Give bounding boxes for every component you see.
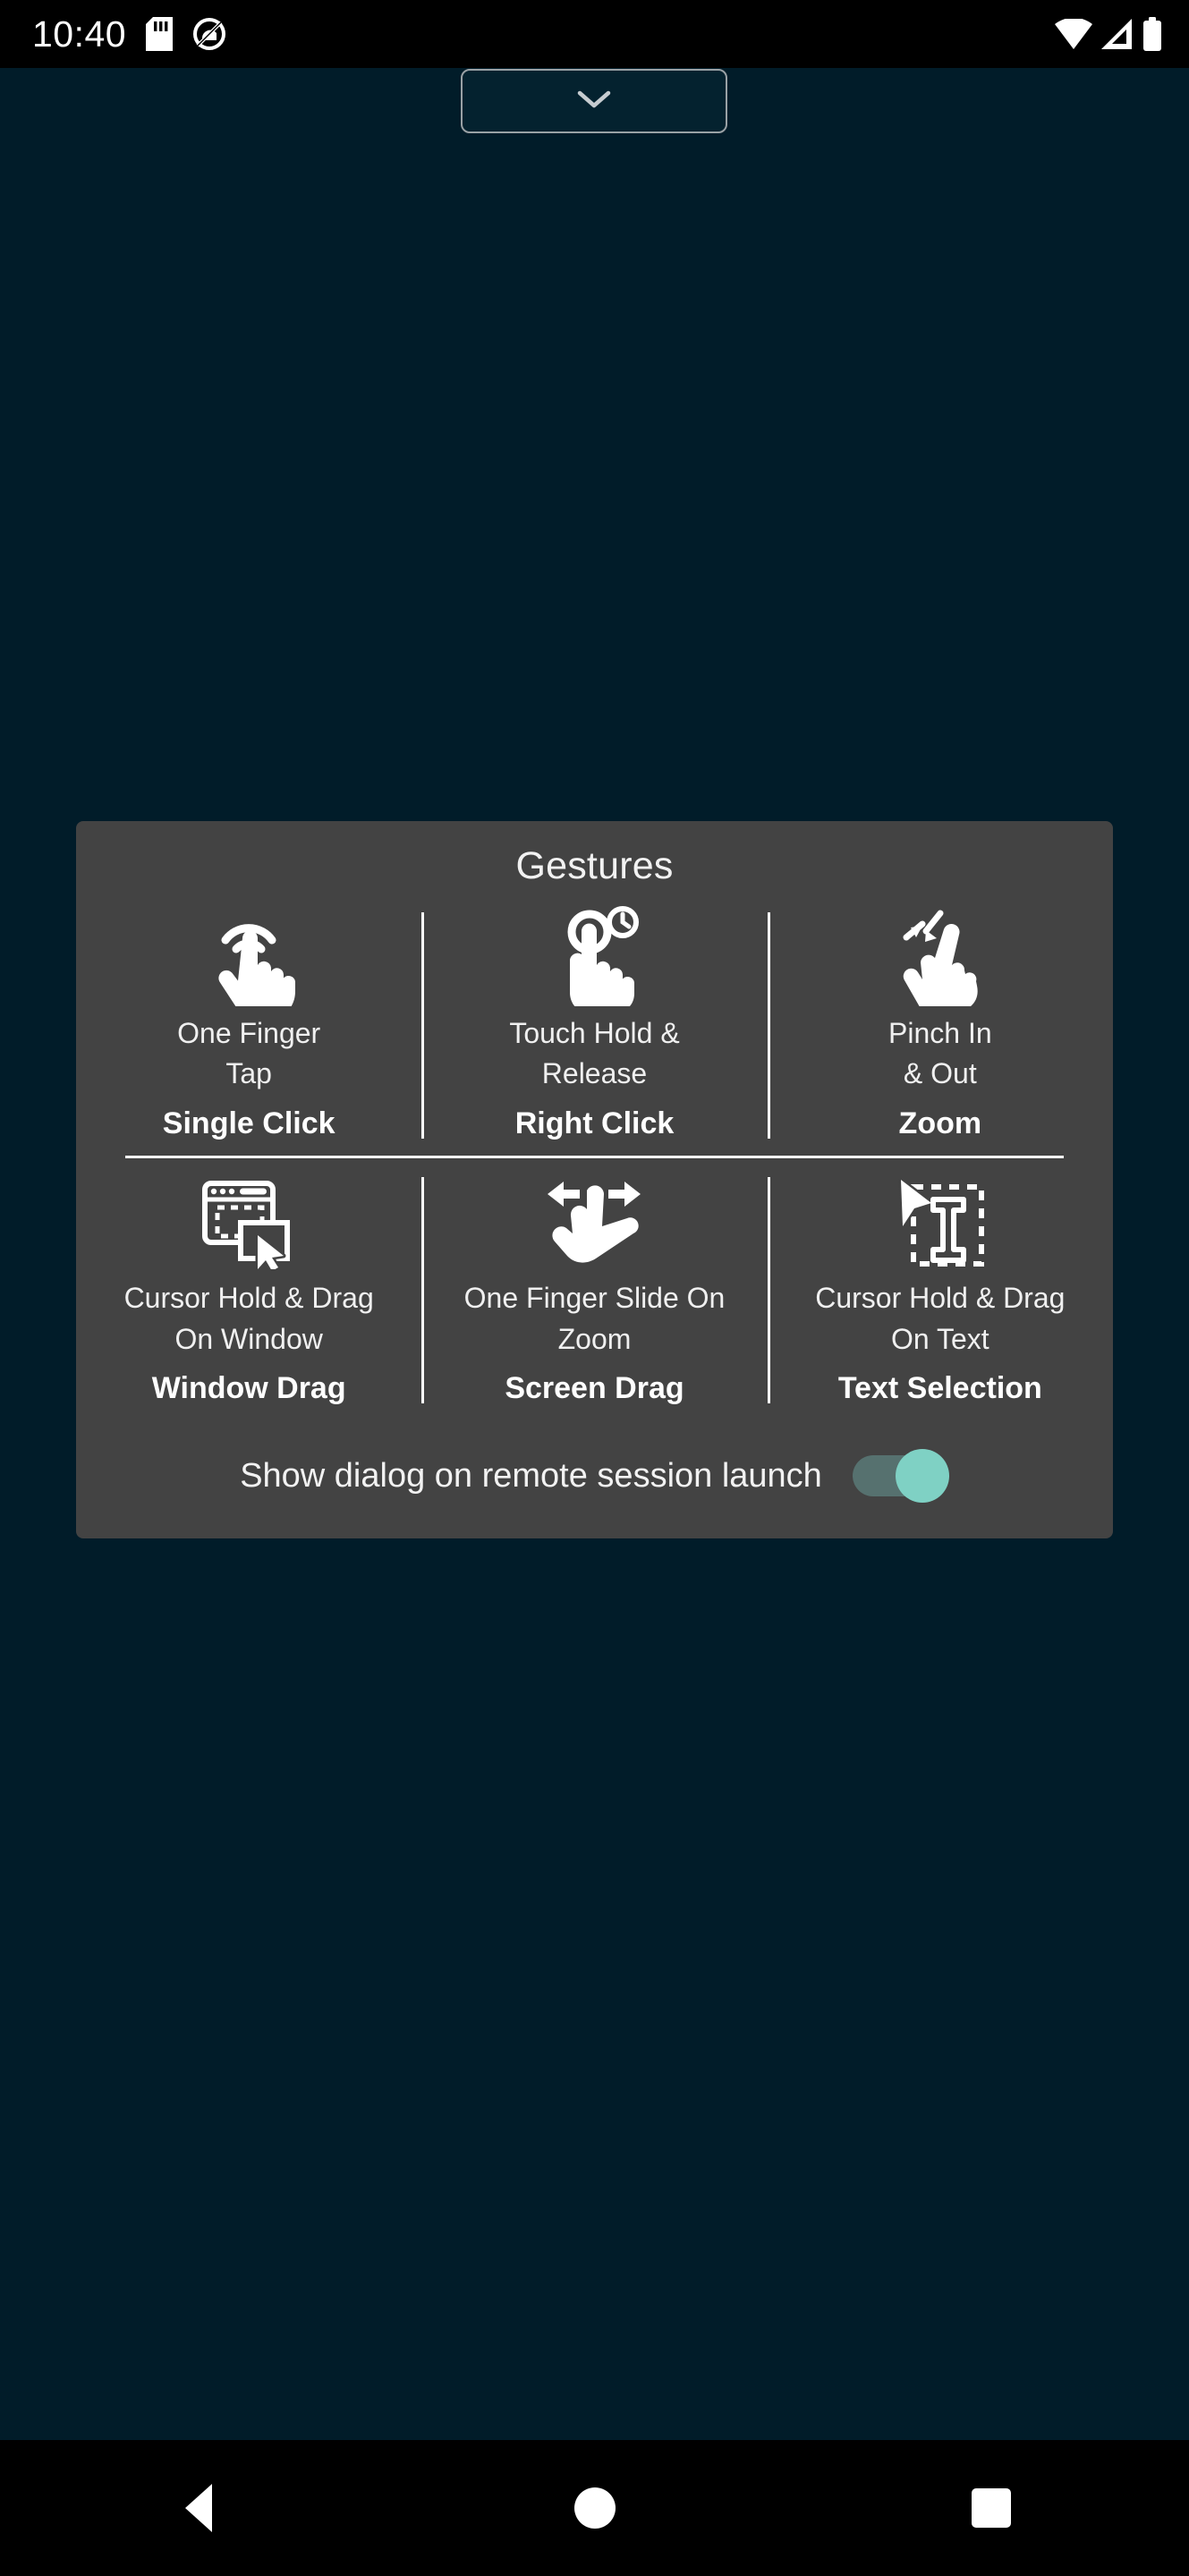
gesture-item-right-click[interactable]: Touch Hold & Release Right Click	[421, 904, 767, 1143]
one-finger-slide-icon	[542, 1169, 646, 1273]
status-bar-right	[1055, 17, 1162, 51]
nav-back-button[interactable]	[127, 2440, 270, 2576]
nav-home-button[interactable]	[523, 2440, 667, 2576]
cell-divider	[767, 1177, 770, 1404]
home-icon	[573, 2487, 616, 2529]
gesture-description: Cursor Hold & Drag On Text	[815, 1282, 1066, 1355]
gesture-item-zoom[interactable]: Pinch In & Out Zoom	[767, 904, 1113, 1143]
gesture-item-single-click[interactable]: One Finger Tap Single Click	[76, 904, 421, 1143]
show-dialog-toggle-label: Show dialog on remote session launch	[240, 1457, 822, 1496]
gesture-action: Single Click	[162, 1106, 335, 1140]
battery-icon	[1142, 17, 1162, 51]
back-icon	[184, 2484, 212, 2532]
touch-hold-release-icon	[548, 904, 641, 1008]
gesture-item-text-selection[interactable]: Cursor Hold & Drag On Text Text Selection	[767, 1169, 1113, 1408]
recents-icon	[971, 2488, 1011, 2528]
gesture-action: Zoom	[898, 1106, 982, 1140]
gesture-description: One Finger Slide On Zoom	[463, 1282, 726, 1355]
text-selection-icon	[890, 1169, 990, 1273]
gesture-item-screen-drag[interactable]: One Finger Slide On Zoom Screen Drag	[421, 1169, 767, 1408]
status-clock: 10:40	[32, 13, 127, 55]
show-dialog-toggle-row[interactable]: Show dialog on remote session launch	[76, 1415, 1113, 1533]
gesture-action: Right Click	[514, 1106, 675, 1140]
gesture-action: Screen Drag	[505, 1370, 684, 1405]
top-toolbar	[0, 68, 1189, 140]
window-drag-icon	[199, 1169, 299, 1273]
gestures-dialog: Gestures One Finger Tap Single Click Tou…	[76, 821, 1113, 1539]
wifi-icon	[1055, 19, 1092, 49]
gesture-action: Text Selection	[837, 1370, 1042, 1405]
gesture-item-window-drag[interactable]: Cursor Hold & Drag On Window Window Drag	[76, 1169, 421, 1408]
device-screen: 10:40 Gestures One Finger Tap Single Cli…	[0, 0, 1189, 2576]
gesture-row-1: One Finger Tap Single Click Touch Hold & R…	[76, 899, 1113, 1156]
cell-divider	[421, 1177, 425, 1404]
do-not-disturb-icon	[192, 17, 226, 51]
cell-divider	[421, 912, 425, 1140]
gesture-description: One Finger Tap	[177, 1017, 321, 1090]
sd-card-icon	[146, 17, 174, 51]
pinch-zoom-icon	[894, 904, 987, 1008]
cellular-signal-icon	[1101, 19, 1134, 49]
one-finger-tap-icon	[202, 904, 296, 1008]
gesture-row-2: Cursor Hold & Drag On Window Window Drag …	[76, 1158, 1113, 1415]
navigation-bar	[0, 2440, 1189, 2576]
gesture-action: Window Drag	[151, 1370, 346, 1405]
status-bar: 10:40	[0, 0, 1189, 68]
gesture-description: Pinch In & Out	[888, 1017, 992, 1090]
chevron-down-icon	[577, 89, 611, 114]
gesture-description: Touch Hold & Release	[509, 1017, 680, 1090]
gesture-description: Cursor Hold & Drag On Window	[123, 1282, 374, 1355]
show-dialog-switch[interactable]	[852, 1449, 949, 1504]
collapse-toolbar-button[interactable]	[461, 69, 727, 133]
cell-divider	[767, 912, 770, 1140]
dialog-title: Gestures	[515, 844, 674, 887]
status-bar-left: 10:40	[32, 13, 226, 55]
switch-thumb	[895, 1449, 949, 1504]
nav-recents-button[interactable]	[920, 2440, 1063, 2576]
